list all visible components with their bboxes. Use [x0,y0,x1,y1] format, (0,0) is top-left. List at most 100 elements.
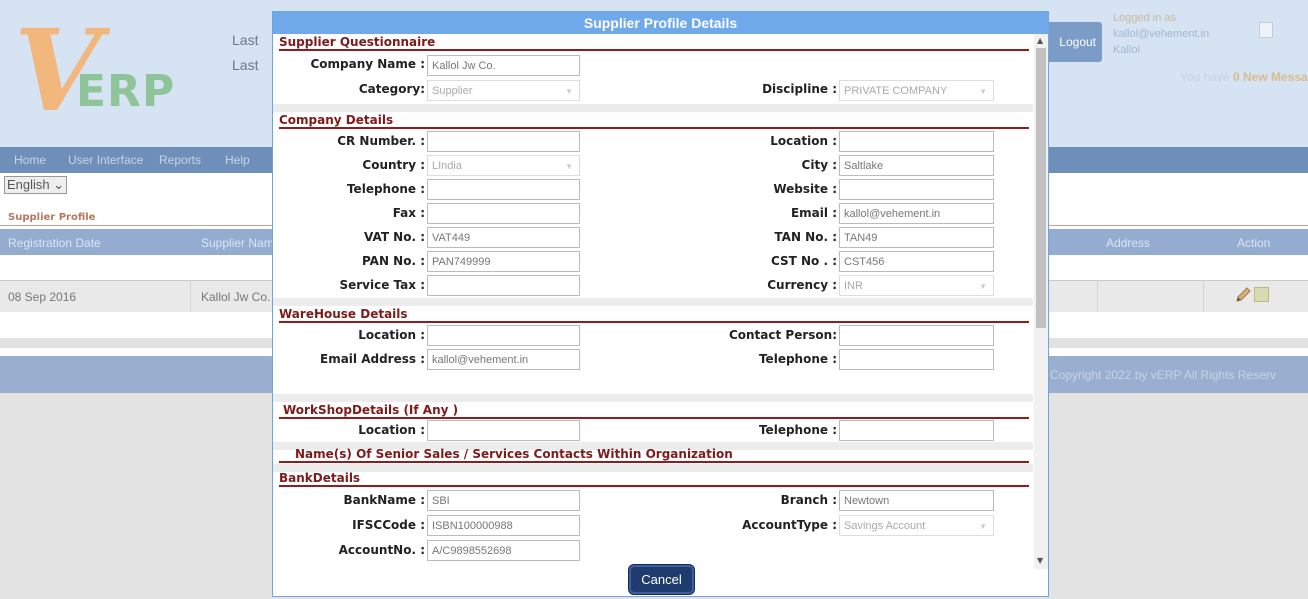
city-label: City : [801,158,837,172]
warehouse-telephone-field[interactable] [839,349,994,370]
col-address: Address [1106,236,1151,250]
section-gap [273,104,1033,112]
logged-in-label: Logged in as [1113,12,1176,24]
website-field[interactable] [839,179,994,200]
branch-label: Branch : [780,493,837,507]
verp-logo: V ERP [14,16,194,128]
scroll-up-icon[interactable]: ▲ [1037,36,1043,45]
currency-select[interactable]: INR ▼ [839,275,994,296]
column-divider [190,281,191,312]
ifsc-code-field[interactable]: ISBN100000988 [427,515,580,536]
branch-field[interactable]: Newtown [839,490,994,511]
account-type-select[interactable]: Savings Account ▼ [839,515,994,536]
warehouse-telephone-label: Telephone : [758,352,837,366]
scroll-down-icon[interactable]: ▼ [1037,556,1043,565]
row-supplier-name: Kallol Jw Co. [201,290,271,304]
discipline-label: Discipline : [762,82,837,96]
workshop-location-label: Location : [358,423,425,437]
section-title: Company Details [279,113,394,127]
account-type-value: Savings Account [844,520,926,532]
category-label: Category: [358,82,425,96]
country-select[interactable]: LIndia ▼ [427,155,580,176]
cancel-button[interactable]: Cancel [629,565,694,594]
warehouse-contact-field[interactable] [839,325,994,346]
modal-body[interactable]: Supplier Questionnaire Company Name : Ka… [273,34,1033,569]
nav-item-user-interface[interactable]: User Interface [68,153,143,167]
account-type-label: AccountType : [742,518,837,532]
section-divider [279,321,1029,323]
messages-count: 0 New Message [1232,70,1308,84]
view-details-icon[interactable] [1254,287,1269,302]
currency-value: INR [844,280,863,292]
vat-no-field[interactable]: VAT449 [427,227,580,248]
cr-number-field[interactable] [427,131,580,152]
ifsc-code-label: IFSCCode : [352,518,425,532]
country-value: LIndia [432,160,462,172]
bank-name-field[interactable]: SBI [427,490,580,511]
city-field[interactable]: Saltlake [839,155,994,176]
fax-label: Fax : [392,206,425,220]
section-warehouse-details: WareHouse Details [279,306,1029,323]
pan-no-field[interactable]: PAN749999 [427,251,580,272]
logout-label: Logout [1059,35,1096,49]
location-field[interactable] [839,131,994,152]
discipline-select[interactable]: PRIVATE COMPANY ▼ [839,80,994,101]
telephone-field[interactable] [427,179,580,200]
section-title: WorkShopDetails (If Any ) [283,403,459,417]
tan-no-field[interactable]: TAN49 [839,227,994,248]
edit-pencil-icon[interactable] [1234,286,1252,304]
section-gap [273,298,1033,306]
fax-field[interactable] [427,203,580,224]
cr-number-label: CR Number. : [337,134,425,148]
service-tax-label: Service Tax : [339,278,425,292]
workshop-location-field[interactable] [427,420,580,441]
warehouse-email-field[interactable]: kallol@vehement.in [427,349,580,370]
nav-item-home[interactable]: Home [14,153,46,167]
company-name-label: Company Name : [310,57,425,71]
messages-prefix: You have [1180,70,1230,84]
section-divider [279,49,1029,51]
warehouse-email-label: Email Address : [320,352,425,366]
section-divider [279,461,1029,463]
service-tax-field[interactable] [427,275,580,296]
scrollbar-thumb[interactable] [1036,48,1046,328]
warehouse-location-field[interactable] [427,325,580,346]
nav-item-reports[interactable]: Reports [159,153,201,167]
workshop-telephone-label: Telephone : [758,423,837,437]
warehouse-location-label: Location : [358,328,425,342]
col-registration-date: Registration Date [8,236,101,250]
section-senior-contacts: Name(s) Of Senior Sales / Services Conta… [279,446,1029,463]
email-field[interactable]: kallol@vehement.in [839,203,994,224]
section-gap [273,394,1033,402]
chevron-down-icon: ▼ [979,282,987,291]
pan-no-label: PAN No. : [361,254,425,268]
row-registration-date: 08 Sep 2016 [8,290,77,304]
cst-no-label: CST No . : [770,254,837,268]
chevron-down-icon: ▼ [565,162,573,171]
chevron-down-icon: ▼ [979,87,987,96]
logo-erp: ERP [76,66,176,117]
section-title: WareHouse Details [279,307,408,321]
chevron-down-icon: ▼ [979,522,987,531]
logout-button[interactable]: Logout [1040,22,1102,62]
language-select[interactable]: English ⌄ [4,176,68,194]
section-divider [279,485,1029,487]
cst-no-field[interactable]: CST456 [839,251,994,272]
vertical-scrollbar[interactable]: ▲ ▼ [1034,34,1048,569]
nav-item-help[interactable]: Help [225,153,250,167]
company-name-field[interactable]: Kallol Jw Co. [427,55,580,76]
workshop-telephone-field[interactable] [839,420,994,441]
category-select[interactable]: Supplier ▼ [427,80,580,101]
messages-notice[interactable]: You have 0 New Message [1180,70,1308,84]
email-label: Email : [790,206,837,220]
warehouse-contact-label: Contact Person: [728,328,837,342]
col-supplier-name: Supplier Nam [201,236,274,250]
account-no-field[interactable]: A/C9898552698 [427,540,580,561]
last-login-line-2: Last [232,57,259,73]
footer-copyright: Copyright 2022 by vERP All Rights Reserv [1050,368,1276,382]
column-divider [1097,281,1098,312]
section-title: Supplier Questionnaire [279,35,436,49]
section-bank-details: BankDetails [279,470,1029,487]
currency-label: Currency : [767,278,837,292]
logged-in-email: kallol@vehement.in [1113,28,1210,40]
